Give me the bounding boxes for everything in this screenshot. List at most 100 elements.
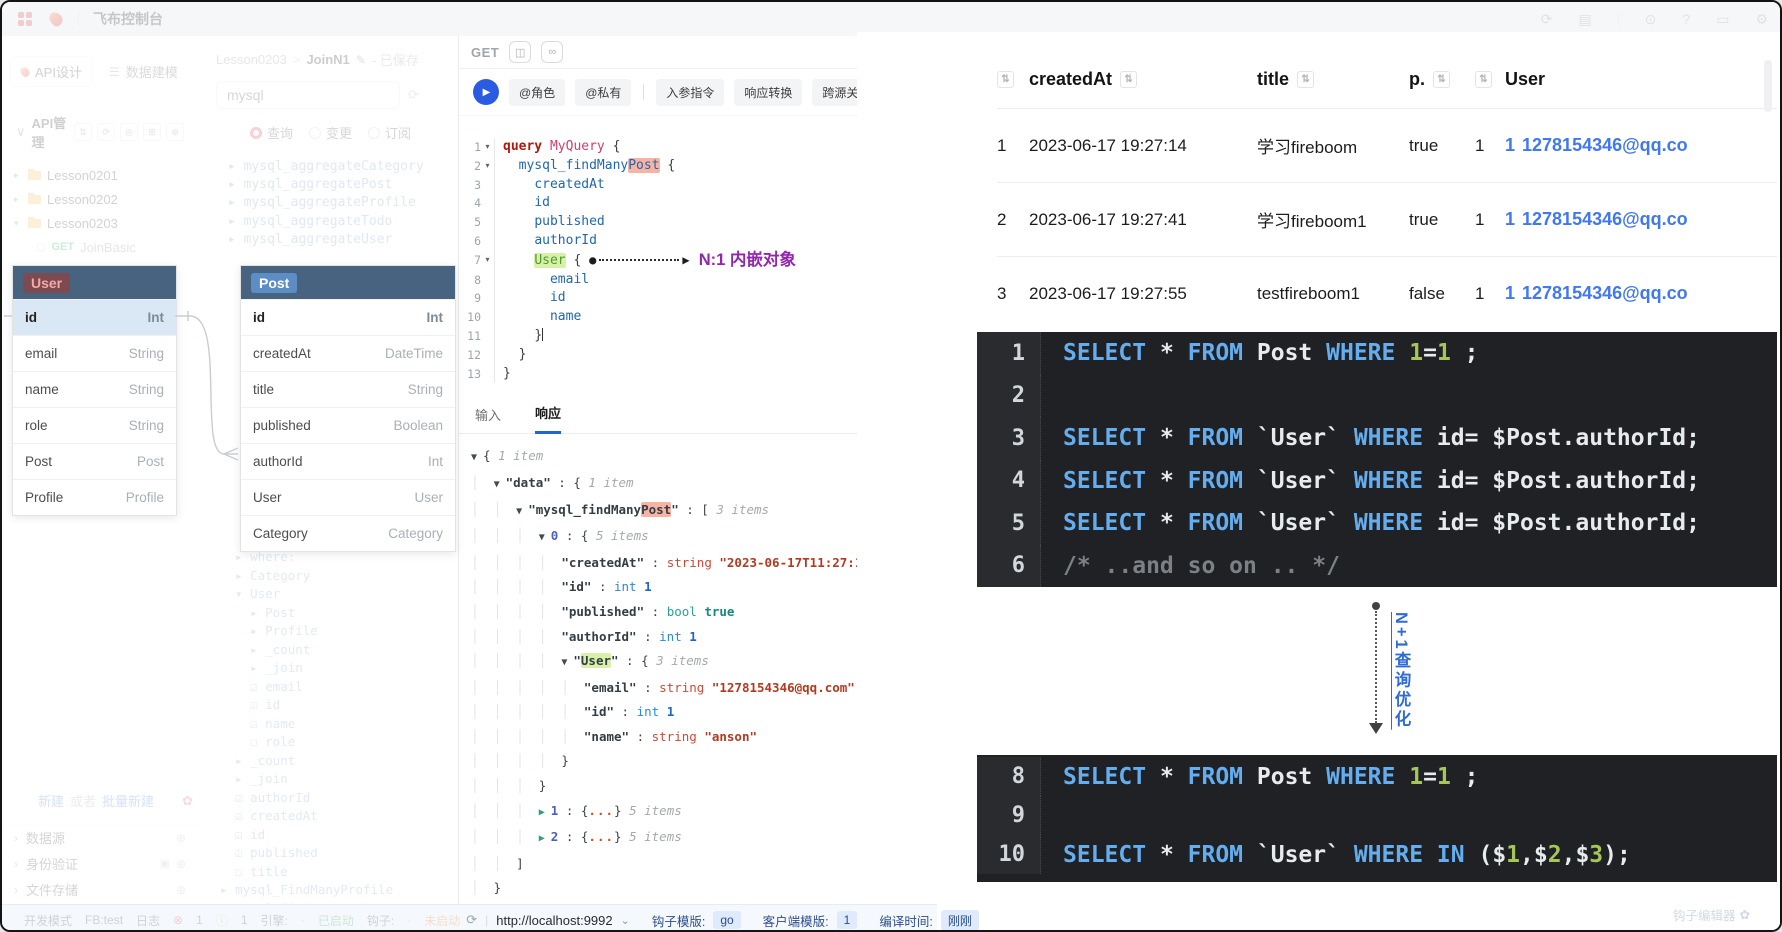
doc-preview-icon[interactable]: ▤ (1578, 11, 1591, 28)
refresh-icon[interactable]: ⟳ (1541, 11, 1553, 28)
fold-caret-icon[interactable]: ▾ (481, 251, 495, 271)
col-published[interactable]: p. (1409, 69, 1425, 90)
sidebar-item-lesson0201[interactable]: ▸ Lesson0201 (2, 163, 198, 187)
refresh-icon[interactable]: ⟳ (466, 912, 477, 928)
field-tree-item[interactable]: ▸ Profile (220, 622, 393, 641)
field-tree-item[interactable]: ▸ mysql_FindManyProfile (220, 881, 393, 900)
field-row[interactable]: titleString (241, 371, 455, 407)
fold-caret-icon[interactable]: ▾ (481, 138, 495, 157)
operation-item[interactable]: ▸ mysql_aggregateUser (228, 231, 458, 249)
table-row[interactable]: 2 2023-06-17 19:27:41 学习fireboom1 true 1… (997, 182, 1777, 256)
field-tree-item[interactable]: ▸ _count (220, 641, 393, 660)
field-tree-item[interactable]: ▸ _count (220, 752, 393, 771)
field-row[interactable]: nameString (13, 371, 176, 407)
api-management-section[interactable]: ∨ API管理 ⇅ ⟳ ◎ ⊞ ⊕ (16, 113, 184, 151)
field-tree-item[interactable]: ☑ createdAt (220, 807, 393, 826)
tab-data-modeling[interactable]: ☰ 数据建模 (101, 57, 186, 86)
hook-template-value[interactable]: go (713, 911, 740, 929)
operation-search-input[interactable] (216, 81, 400, 109)
cell-user-email[interactable]: 1278154346@qq.co (1522, 135, 1688, 156)
field-row[interactable]: CategoryCategory (241, 515, 455, 551)
field-tree-item[interactable]: ☐ title (220, 863, 393, 882)
cell-user-email[interactable]: 1278154346@qq.co (1522, 283, 1688, 304)
refresh-icon[interactable]: ⟳ (97, 123, 115, 141)
response-transform-button[interactable]: 响应转换 (734, 79, 802, 106)
sort-icon[interactable]: ⇅ (74, 123, 92, 141)
flower-icon[interactable]: ✿ (182, 793, 193, 809)
scrollbar-thumb[interactable] (1764, 60, 1772, 112)
sort-icon[interactable]: ⇅ (1297, 71, 1314, 88)
logs-button[interactable]: 日志 (136, 912, 160, 929)
field-row[interactable]: emailString (13, 335, 176, 371)
table-row[interactable]: 1 2023-06-17 19:27:14 学习fireboom true 1 … (997, 109, 1777, 182)
col-title[interactable]: title (1257, 69, 1289, 90)
col-user[interactable]: User (1505, 69, 1545, 90)
error-icon[interactable]: ⊗ (173, 913, 183, 927)
run-query-button[interactable]: ▶ (473, 79, 499, 105)
sidebar-group-datasource[interactable]: › 数据源 ⊕ (2, 824, 198, 850)
feedback-icon[interactable]: ▭ (1716, 11, 1729, 28)
role-directive-button[interactable]: @角色 (509, 79, 565, 106)
field-row[interactable]: idInt (13, 299, 176, 335)
sidebar-group-auth[interactable]: › 身份验证 ▣ ⊕ (2, 850, 198, 876)
col-createdat[interactable]: createdAt (1029, 69, 1112, 90)
field-row[interactable]: publishedBoolean (241, 407, 455, 443)
env-label[interactable]: FB:test (85, 913, 123, 927)
model-card-post[interactable]: Post idInt createdAtDateTime titleString… (240, 265, 456, 552)
field-row[interactable]: idInt (241, 299, 455, 335)
field-row[interactable]: authorIdInt (241, 443, 455, 479)
field-row[interactable]: ProfileProfile (13, 479, 176, 515)
field-tree-item[interactable]: ▾ User (220, 585, 393, 604)
cell-user-email[interactable]: 1278154346@qq.co (1522, 209, 1688, 230)
sidebar-item-lesson0203[interactable]: ▾ Lesson0203 (2, 211, 198, 235)
radio-query[interactable]: 查询 (250, 123, 293, 142)
model-card-user[interactable]: User idInt emailString nameString roleSt… (12, 265, 177, 516)
radio-subscription[interactable]: 订阅 (368, 123, 411, 142)
warning-icon[interactable]: ⓘ (216, 912, 228, 929)
add-icon[interactable]: ⊕ (176, 883, 186, 897)
add-icon[interactable]: ⊕ (176, 831, 186, 845)
field-tree-item[interactable]: ▸ Category (220, 567, 393, 586)
field-tree-item[interactable]: ☑ authorId (220, 789, 393, 808)
new-folder-icon[interactable]: ⊞ (143, 123, 161, 141)
server-url[interactable]: http://localhost:9992 (496, 913, 612, 928)
field-tree-item[interactable]: ☑ id (220, 696, 393, 715)
sidebar-item-lesson0202[interactable]: ▸ Lesson0202 (2, 187, 198, 211)
field-tree-item[interactable]: ☑ name (220, 715, 393, 734)
sort-icon[interactable]: ⇅ (1433, 71, 1450, 88)
sort-icon[interactable]: ⇅ (1120, 71, 1137, 88)
operation-item[interactable]: ▸ mysql_aggregateProfile (228, 194, 458, 212)
settings-icon[interactable]: ⚙ (1755, 11, 1768, 28)
sidebar-group-storage[interactable]: › 文件存储 ⊕ (2, 876, 198, 902)
edit-pencil-icon[interactable]: ✎ (356, 53, 366, 67)
operation-item[interactable]: ▸ mysql_aggregatePost (228, 176, 458, 194)
field-row[interactable]: UserUser (241, 479, 455, 515)
link-icon[interactable]: ∞ (541, 41, 563, 63)
new-link[interactable]: 新建 (38, 791, 64, 810)
private-directive-button[interactable]: @私有 (575, 79, 631, 106)
sort-icon[interactable]: ⇅ (997, 71, 1014, 88)
hook-editor-label[interactable]: 钩子编辑器 (1673, 905, 1736, 924)
tab-response[interactable]: 响应 (535, 403, 561, 434)
hook-editor-icon[interactable]: ✿ (1740, 907, 1750, 922)
fold-caret-icon[interactable]: ▾ (481, 157, 495, 176)
field-tree-item[interactable]: ☑ id (220, 826, 393, 845)
copy-icon[interactable]: ◫ (509, 41, 531, 63)
field-tree-item[interactable]: ▸ Post (220, 604, 393, 623)
field-row[interactable]: roleString (13, 407, 176, 443)
client-template-value[interactable]: 1 (837, 911, 858, 929)
github-icon[interactable]: ⊙ (1645, 11, 1657, 28)
field-tree-item[interactable]: ☐ role (220, 733, 393, 752)
add-icon[interactable]: ⊕ (176, 857, 186, 871)
chevron-down-icon[interactable]: ⌄ (621, 914, 630, 927)
help-icon[interactable]: ? (1682, 11, 1690, 27)
new-api-icon[interactable]: ⊕ (166, 123, 184, 141)
radio-mutation[interactable]: 变更 (309, 123, 352, 142)
field-row[interactable]: createdAtDateTime (241, 335, 455, 371)
field-tree-item[interactable]: ▸ _join (220, 770, 393, 789)
apps-grid-icon[interactable] (18, 12, 32, 26)
operation-item[interactable]: ▸ mysql_aggregateTodo (228, 213, 458, 231)
breadcrumb-parent[interactable]: Lesson0203 (216, 52, 287, 67)
refresh-icon[interactable]: ⟳ (408, 87, 419, 103)
field-tree-item[interactable]: ☑ published (220, 844, 393, 863)
